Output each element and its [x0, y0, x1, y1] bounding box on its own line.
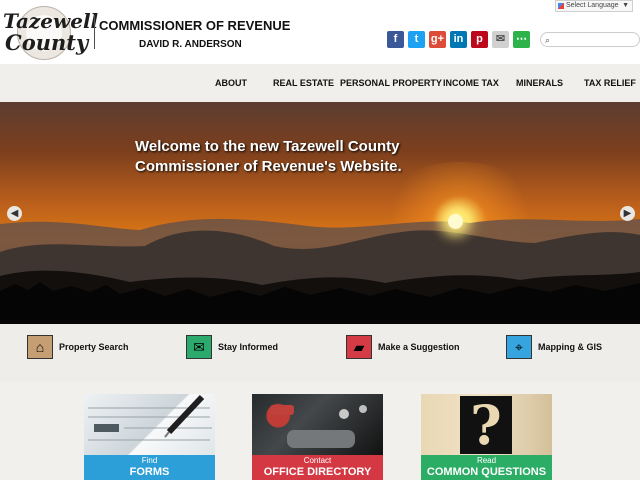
common-questions-card[interactable]: ? Read COMMON QUESTIONS — [421, 394, 552, 480]
nav-about[interactable]: ABOUT — [215, 78, 247, 88]
nav-tax-relief[interactable]: TAX RELIEF — [584, 78, 636, 88]
feature-cards: Find FORMS Contact OFFICE DIRECTORY ? Re… — [0, 382, 640, 480]
office-directory-card-footer: Contact OFFICE DIRECTORY — [252, 455, 383, 480]
dropdown-arrow-icon: ▼ — [622, 2, 629, 9]
pen-shape — [166, 394, 205, 435]
hero-welcome-text: Welcome to the new Tazewell County Commi… — [135, 138, 402, 175]
email-icon[interactable]: ✉ — [492, 31, 509, 48]
forms-card[interactable]: Find FORMS — [84, 394, 215, 480]
stapler-shape — [270, 405, 294, 415]
site-title: COMMISSIONER OF REVENUE — [99, 18, 291, 33]
forms-card-kicker: Find — [141, 456, 158, 465]
language-selector-label: Select Language — [566, 2, 619, 9]
forms-card-title: FORMS — [129, 466, 170, 478]
office-directory-card-kicker: Contact — [303, 456, 332, 465]
quick-link-mapping-gis[interactable]: ⌖ Mapping & GIS — [506, 335, 602, 359]
question-mark-icon: ? — [460, 396, 512, 454]
envelope-icon: ✉ — [186, 335, 212, 359]
previous-slide-icon[interactable]: ◀ — [7, 206, 22, 221]
office-directory-image — [252, 394, 383, 456]
main-navigation: ABOUT REAL ESTATE PERSONAL PROPERTY INCO… — [0, 64, 640, 102]
quick-link-make-suggestion[interactable]: ▰ Make a Suggestion — [346, 335, 460, 359]
nav-personal-property[interactable]: PERSONAL PROPERTY — [340, 78, 442, 88]
share-icon[interactable]: ⋯ — [513, 31, 530, 48]
map-icon: ⌖ — [506, 335, 532, 359]
tax-form-image — [84, 394, 215, 456]
chat-icon: ▰ — [346, 335, 372, 359]
quick-link-label: Mapping & GIS — [538, 342, 602, 352]
google-translate-icon — [558, 3, 564, 9]
search-input[interactable]: ⌕ — [540, 32, 640, 47]
quick-links-bar: ⌂ Property Search ✉ Stay Informed ▰ Make… — [0, 324, 640, 382]
quick-link-stay-informed[interactable]: ✉ Stay Informed — [186, 335, 278, 359]
home-icon: ⌂ — [27, 335, 53, 359]
search-icon[interactable]: ⌕ — [545, 35, 550, 46]
dial-shape — [339, 409, 349, 419]
mountain-landscape — [0, 218, 640, 324]
tax-form-lines — [88, 394, 212, 441]
question-mark-image: ? — [421, 394, 552, 456]
sun-graphic — [448, 214, 463, 229]
site-header: Tazewell County COMMISSIONER OF REVENUE … — [0, 0, 640, 64]
common-questions-card-kicker: Read — [476, 456, 497, 465]
desk-surface — [287, 430, 355, 448]
google-plus-icon[interactable]: g+ — [429, 31, 446, 48]
office-directory-card-title: OFFICE DIRECTORY — [263, 466, 372, 478]
forms-card-footer: Find FORMS — [84, 455, 215, 480]
quick-link-label: Stay Informed — [218, 342, 279, 352]
nav-income-tax[interactable]: INCOME TAX — [443, 78, 499, 88]
county-logo[interactable]: Tazewell County — [3, 6, 98, 60]
nav-minerals[interactable]: MINERALS — [516, 78, 563, 88]
site-subtitle: DAVID R. ANDERSON — [139, 39, 242, 50]
social-links: f t g+ in p ✉ ⋯ — [387, 31, 530, 48]
office-equipment-shapes — [270, 405, 367, 448]
facebook-icon[interactable]: f — [387, 31, 404, 48]
next-slide-icon[interactable]: ▶ — [620, 206, 635, 221]
logo-line-2: County — [5, 30, 89, 55]
common-questions-card-footer: Read COMMON QUESTIONS — [421, 455, 552, 480]
dial-shape — [359, 405, 367, 413]
pinterest-icon[interactable]: p — [471, 31, 488, 48]
nav-real-estate[interactable]: REAL ESTATE — [273, 78, 334, 88]
quick-link-label: Make a Suggestion — [378, 342, 460, 352]
twitter-icon[interactable]: t — [408, 31, 425, 48]
quick-link-label: Property Search — [59, 342, 129, 352]
pen-tip — [164, 431, 170, 438]
logo-divider — [94, 15, 95, 49]
common-questions-card-title: COMMON QUESTIONS — [426, 466, 547, 478]
quick-link-property-search[interactable]: ⌂ Property Search — [27, 335, 129, 359]
linkedin-icon[interactable]: in — [450, 31, 467, 48]
office-directory-card[interactable]: Contact OFFICE DIRECTORY — [252, 394, 383, 480]
hero-slider: Welcome to the new Tazewell County Commi… — [0, 102, 640, 324]
language-selector[interactable]: Select Language ▼ — [555, 0, 633, 12]
form-header-block — [94, 424, 119, 432]
